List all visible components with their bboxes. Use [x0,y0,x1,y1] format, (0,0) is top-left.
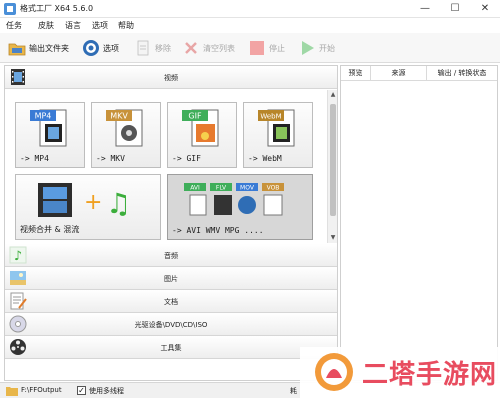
video-tiles-area: MP4 -> MP4 MKV -> MKV GIF -> GIF WebM ->… [5,90,327,243]
menu-help[interactable]: 帮助 [118,20,134,31]
webm-badge: WebM [260,113,281,121]
tile-to-multi-format[interactable]: AVI FLV MOV VOB -> AVI WMV MPG .... [167,174,313,240]
tile-to-mkv[interactable]: MKV -> MKV [91,102,161,168]
category-video-label: 视频 [164,74,178,82]
format-factory-app-icon [4,3,16,15]
tile-to-multi-format-label: -> AVI WMV MPG .... [172,226,264,235]
category-video[interactable]: 视频 [5,66,337,89]
tile-to-mp4-label: -> MP4 [20,154,49,163]
title-bar: 格式工厂 X64 5.6.0 — ☐ ✕ [0,0,500,18]
webm-file-icon: WebM [258,109,295,147]
folder-icon [8,43,26,56]
column-source[interactable]: 来源 [371,66,427,81]
category-disc-label: 光驱设备\DVD\CD\ISO [134,321,208,329]
category-tools-label: 工具集 [160,344,182,352]
multithread-label: 使用多线程 [89,387,124,395]
multi-format-icons: AVI FLV MOV VOB [184,183,284,216]
category-audio[interactable]: ♪ 音频 [5,244,337,267]
watermark-text: 二塔手游网 [362,360,498,390]
watermark: 二塔手游网 [300,347,500,398]
close-button[interactable]: ✕ [470,0,500,18]
svg-text:+: + [84,190,102,215]
menu-language[interactable]: 语言 [65,20,81,31]
category-pane: 视频 MP4 -> MP4 MKV -> MKV GIF -> GIF WebM… [4,65,338,381]
video-area-scrollbar[interactable]: ▲ ▼ [327,90,337,243]
tile-video-merge-label: 视频合并 & 混流 [20,225,80,234]
category-image-label: 图片 [164,275,178,283]
tile-to-mkv-label: -> MKV [96,154,125,163]
svg-text:♫: ♫ [106,187,131,220]
minimize-button[interactable]: — [410,0,440,18]
mov-badge: MOV [240,185,255,192]
options-button[interactable]: 选项 [80,37,124,59]
tile-to-mp4[interactable]: MP4 -> MP4 [15,102,85,168]
menu-skin[interactable]: 皮肤 [38,20,54,31]
tile-to-gif-label: -> GIF [172,154,201,163]
column-output-status[interactable]: 输出 / 转换状态 [427,66,497,81]
output-path[interactable]: F:\FFOutput [21,386,62,394]
category-image[interactable]: 图片 [5,267,337,290]
maximize-button[interactable]: ☐ [440,0,470,18]
category-document-label: 文档 [164,298,178,306]
column-preview[interactable]: 预览 [341,66,371,81]
gif-file-icon: GIF [182,109,219,147]
category-tools[interactable]: 工具集 [5,336,337,359]
category-disc-device[interactable]: 光驱设备\DVD\CD\ISO [5,313,337,336]
gif-badge: GIF [188,112,202,121]
remove-button[interactable]: 移除 [132,37,176,59]
mp4-badge: MP4 [35,112,52,121]
menu-bar: 任务 皮肤 语言 选项 帮助 [0,18,500,33]
avi-badge: AVI [190,185,200,192]
tile-to-webm-label: -> WebM [248,154,282,163]
mp4-file-icon: MP4 [30,109,67,147]
gear-icon [83,40,99,56]
play-icon [302,41,314,55]
scroll-thumb[interactable] [330,104,336,216]
watermark-logo-icon [315,353,353,391]
output-folder-button[interactable]: 输出文件夹 [6,37,78,59]
clear-x-icon [185,42,197,54]
scroll-up-arrow[interactable]: ▲ [328,90,337,100]
menu-task[interactable]: 任务 [6,20,22,31]
toolbar: 输出文件夹 选项 移除 清空列表 停止 开始 [0,33,500,63]
mkv-file-icon: MKV [106,109,143,147]
tile-to-webm[interactable]: WebM -> WebM [243,102,313,168]
multithread-checkbox[interactable]: ✓ [77,386,86,395]
vob-badge: VOB [267,185,280,192]
tile-to-gif[interactable]: GIF -> GIF [167,102,237,168]
stop-icon [250,41,264,55]
clear-list-button[interactable]: 清空列表 [180,37,242,59]
task-list-pane[interactable]: 预览 来源 输出 / 转换状态 [340,65,498,381]
menu-options[interactable]: 选项 [92,20,108,31]
tile-video-merge-mux[interactable]: + ♫ 视频合并 & 混流 [15,174,161,240]
stop-button[interactable]: 停止 [246,37,294,59]
flv-badge: FLV [216,185,227,192]
scroll-down-arrow[interactable]: ▼ [328,233,337,243]
status-elapsed-text: 耗 [290,387,297,395]
category-audio-label: 音频 [164,252,178,260]
start-button[interactable]: 开始 [296,37,344,59]
folder-icon [6,387,18,396]
category-document[interactable]: 文档 [5,290,337,313]
mkv-badge: MKV [110,112,128,121]
remove-file-icon [137,40,149,56]
window-title: 格式工厂 X64 5.6.0 [20,4,94,13]
merge-film-music-icon: + ♫ [38,183,131,220]
